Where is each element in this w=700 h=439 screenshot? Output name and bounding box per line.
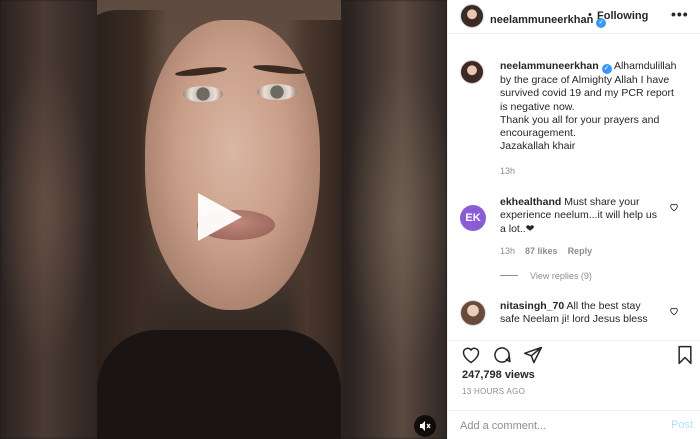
video-brow-right (252, 63, 306, 76)
comment-time: 13h (500, 246, 516, 256)
author-username[interactable]: neelammuneerkhan (490, 14, 593, 26)
caption-time: 13h (500, 166, 516, 176)
post-action-bar (448, 340, 700, 371)
view-replies-button[interactable]: View replies (9) (500, 271, 592, 281)
bookmark-icon[interactable] (675, 345, 695, 365)
post-side-panel: neelammuneerkhan ✓ • Following ••• neelam… (447, 0, 700, 439)
comment-likes[interactable]: 87 likes (525, 246, 558, 256)
add-comment-input[interactable] (460, 418, 650, 434)
speaker-muted-icon (420, 421, 431, 431)
video-eye-left (183, 86, 223, 102)
comment-meta: 13h 87 likes Reply (500, 246, 592, 256)
more-options-icon[interactable]: ••• (671, 6, 689, 22)
comment-like-icon[interactable] (669, 306, 679, 316)
post-comment-button[interactable]: Post (671, 419, 693, 431)
commenter-avatar[interactable]: EK (460, 205, 486, 231)
comment-line: experience neelum...it will help us (500, 209, 657, 222)
caption-avatar[interactable] (460, 60, 484, 84)
video-brow-left (174, 65, 228, 78)
comment-line: a lot..❤ (500, 222, 535, 235)
comment-line: ekhealthand Must share your (500, 196, 680, 209)
view-replies-dash (500, 275, 518, 276)
comment-text: ekhealthand Must share your experience n… (500, 196, 680, 236)
view-replies-label: View replies (9) (530, 271, 592, 281)
view-count[interactable]: 247,798 views (462, 369, 535, 381)
caption-line: by the grace of Almighty Allah I have (500, 74, 670, 86)
video-shirt (97, 330, 341, 439)
comment-line-text: All the best stay (566, 300, 641, 312)
play-icon[interactable] (198, 193, 242, 241)
author-avatar[interactable] (460, 4, 484, 28)
add-comment-bar: Post (448, 410, 700, 439)
comment-line: nitasingh_70 All the best stay (500, 300, 680, 313)
heart-icon[interactable] (461, 345, 481, 365)
caption-line: is negative now. (500, 100, 575, 113)
caption-text: neelammuneerkhan ✓ Alhamdulillah by the g… (500, 60, 696, 154)
comment-text: nitasingh_70 All the best stay safe Neel… (500, 300, 680, 327)
post-media[interactable] (0, 0, 447, 439)
caption-username[interactable]: neelammuneerkhan (500, 60, 599, 72)
post-timestamp[interactable]: 13 HOURS AGO (462, 387, 525, 396)
commenter-avatar[interactable] (460, 300, 486, 326)
caption-line: encouragement. (500, 127, 576, 140)
video-eye-right (257, 84, 297, 100)
share-icon[interactable] (523, 345, 543, 365)
caption-line-text: Alhamdulillah (613, 60, 677, 72)
comment-like-icon[interactable] (669, 202, 679, 212)
verified-badge-icon: ✓ (601, 64, 612, 74)
caption-line: neelammuneerkhan ✓ Alhamdulillah (500, 60, 696, 74)
comment-icon[interactable] (492, 345, 512, 365)
comment-reply-button[interactable]: Reply (568, 246, 593, 256)
comment-line-text: Must share your (564, 196, 640, 208)
caption-line: Thank you all for your prayers and (500, 113, 660, 126)
commenter-username[interactable]: ekhealthand (500, 196, 561, 208)
mute-button[interactable] (414, 415, 436, 437)
post-header: neelammuneerkhan ✓ • Following ••• (448, 0, 700, 34)
comments-list[interactable]: neelammuneerkhan ✓ Alhamdulillah by the g… (448, 34, 700, 339)
commenter-username[interactable]: nitasingh_70 (500, 300, 564, 312)
following-button[interactable]: Following (597, 10, 648, 22)
header-separator: • (588, 9, 592, 21)
video-face (145, 20, 320, 310)
comment-line: safe Neelam ji! lord Jesus bless (500, 313, 648, 326)
caption-line: survived covid 19 and my PCR report (500, 87, 674, 100)
caption-line: Jazakallah khair (500, 140, 576, 153)
